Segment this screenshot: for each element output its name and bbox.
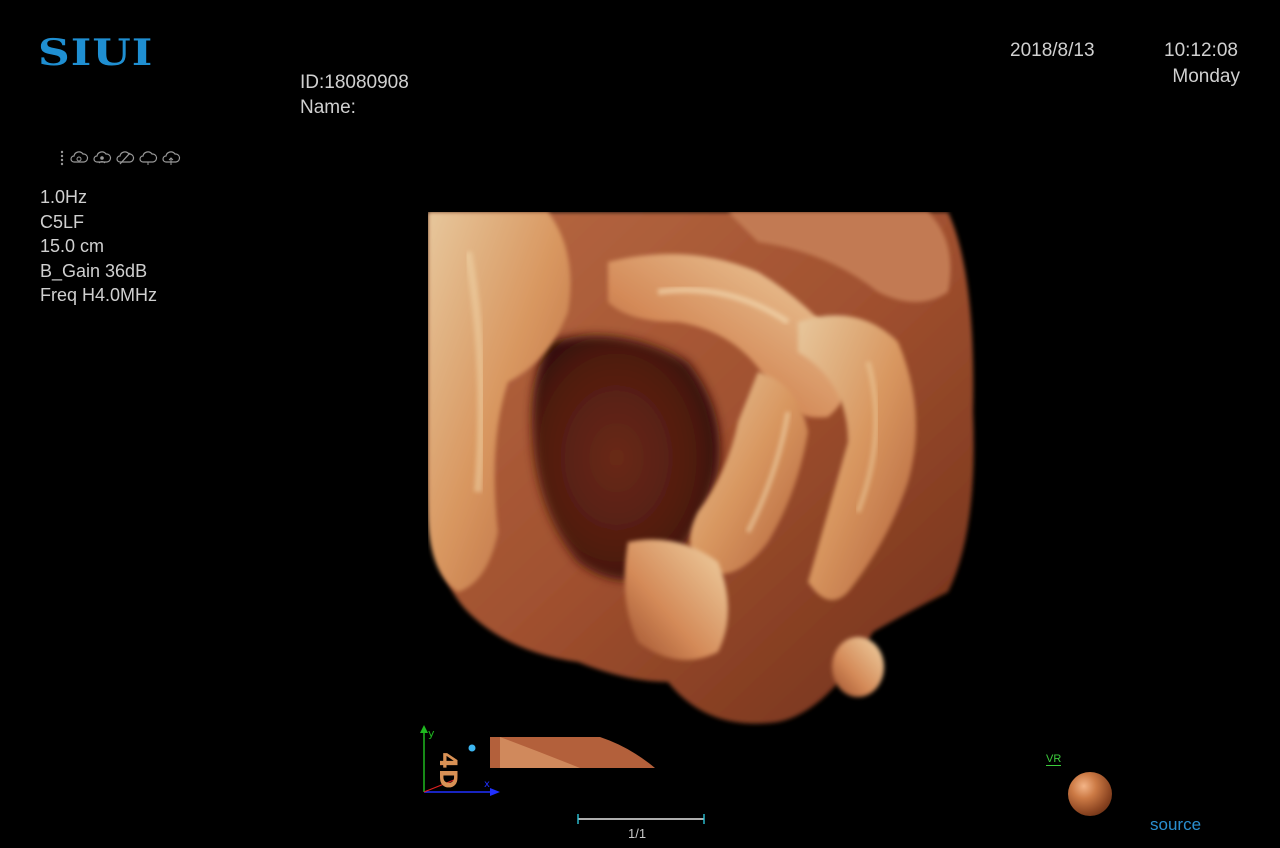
depth: 15.0 cm	[40, 236, 105, 256]
patient-name: Name:	[300, 97, 356, 118]
frequency: Freq H4.0MHz	[40, 285, 158, 305]
exam-date: 2018/8/13	[1010, 40, 1095, 61]
patient-info: ID:18080908 Name:	[300, 70, 409, 120]
status-icon-bar	[58, 150, 181, 168]
frame-rate: 1.0Hz	[40, 187, 88, 207]
imaging-parameters: 1.0Hz C5LF 15.0 cm B_Gain 36dB Freq H4.0…	[40, 185, 157, 308]
source-label[interactable]: source	[1150, 815, 1201, 835]
exam-time: 10:12:08	[1164, 40, 1238, 61]
exam-weekday: Monday	[1172, 66, 1240, 87]
frame-scale-bar[interactable]	[576, 812, 706, 826]
probe-model: C5LF	[40, 211, 85, 232]
4d-badge: 4D	[434, 752, 462, 789]
patient-id: ID:18080908	[300, 72, 409, 93]
orientation-axes: y x 4D	[414, 722, 514, 802]
siui-logo: SIUI	[38, 32, 154, 74]
vr-mode-label[interactable]: VR	[1046, 753, 1062, 766]
volume-render-image[interactable]	[428, 212, 980, 732]
cloud-sync-icon	[68, 150, 89, 168]
axis-x-label: x	[484, 779, 490, 790]
b-gain: B_Gain 36dB	[40, 260, 148, 281]
ultrasound-screen: SIUI ID:18080908 Name: 2018/8/13 10:12:0…	[0, 0, 1280, 848]
cloud-upload-icon	[160, 150, 181, 168]
cloud-outline-icon	[137, 150, 158, 168]
axis-y-label: y	[428, 727, 435, 740]
light-source-sphere-icon[interactable]	[1068, 772, 1112, 816]
page-indicator: 1/1	[628, 826, 647, 841]
divider-dots-icon	[58, 150, 66, 168]
cloud-user-icon	[91, 150, 112, 168]
cloud-off-icon	[114, 150, 135, 168]
